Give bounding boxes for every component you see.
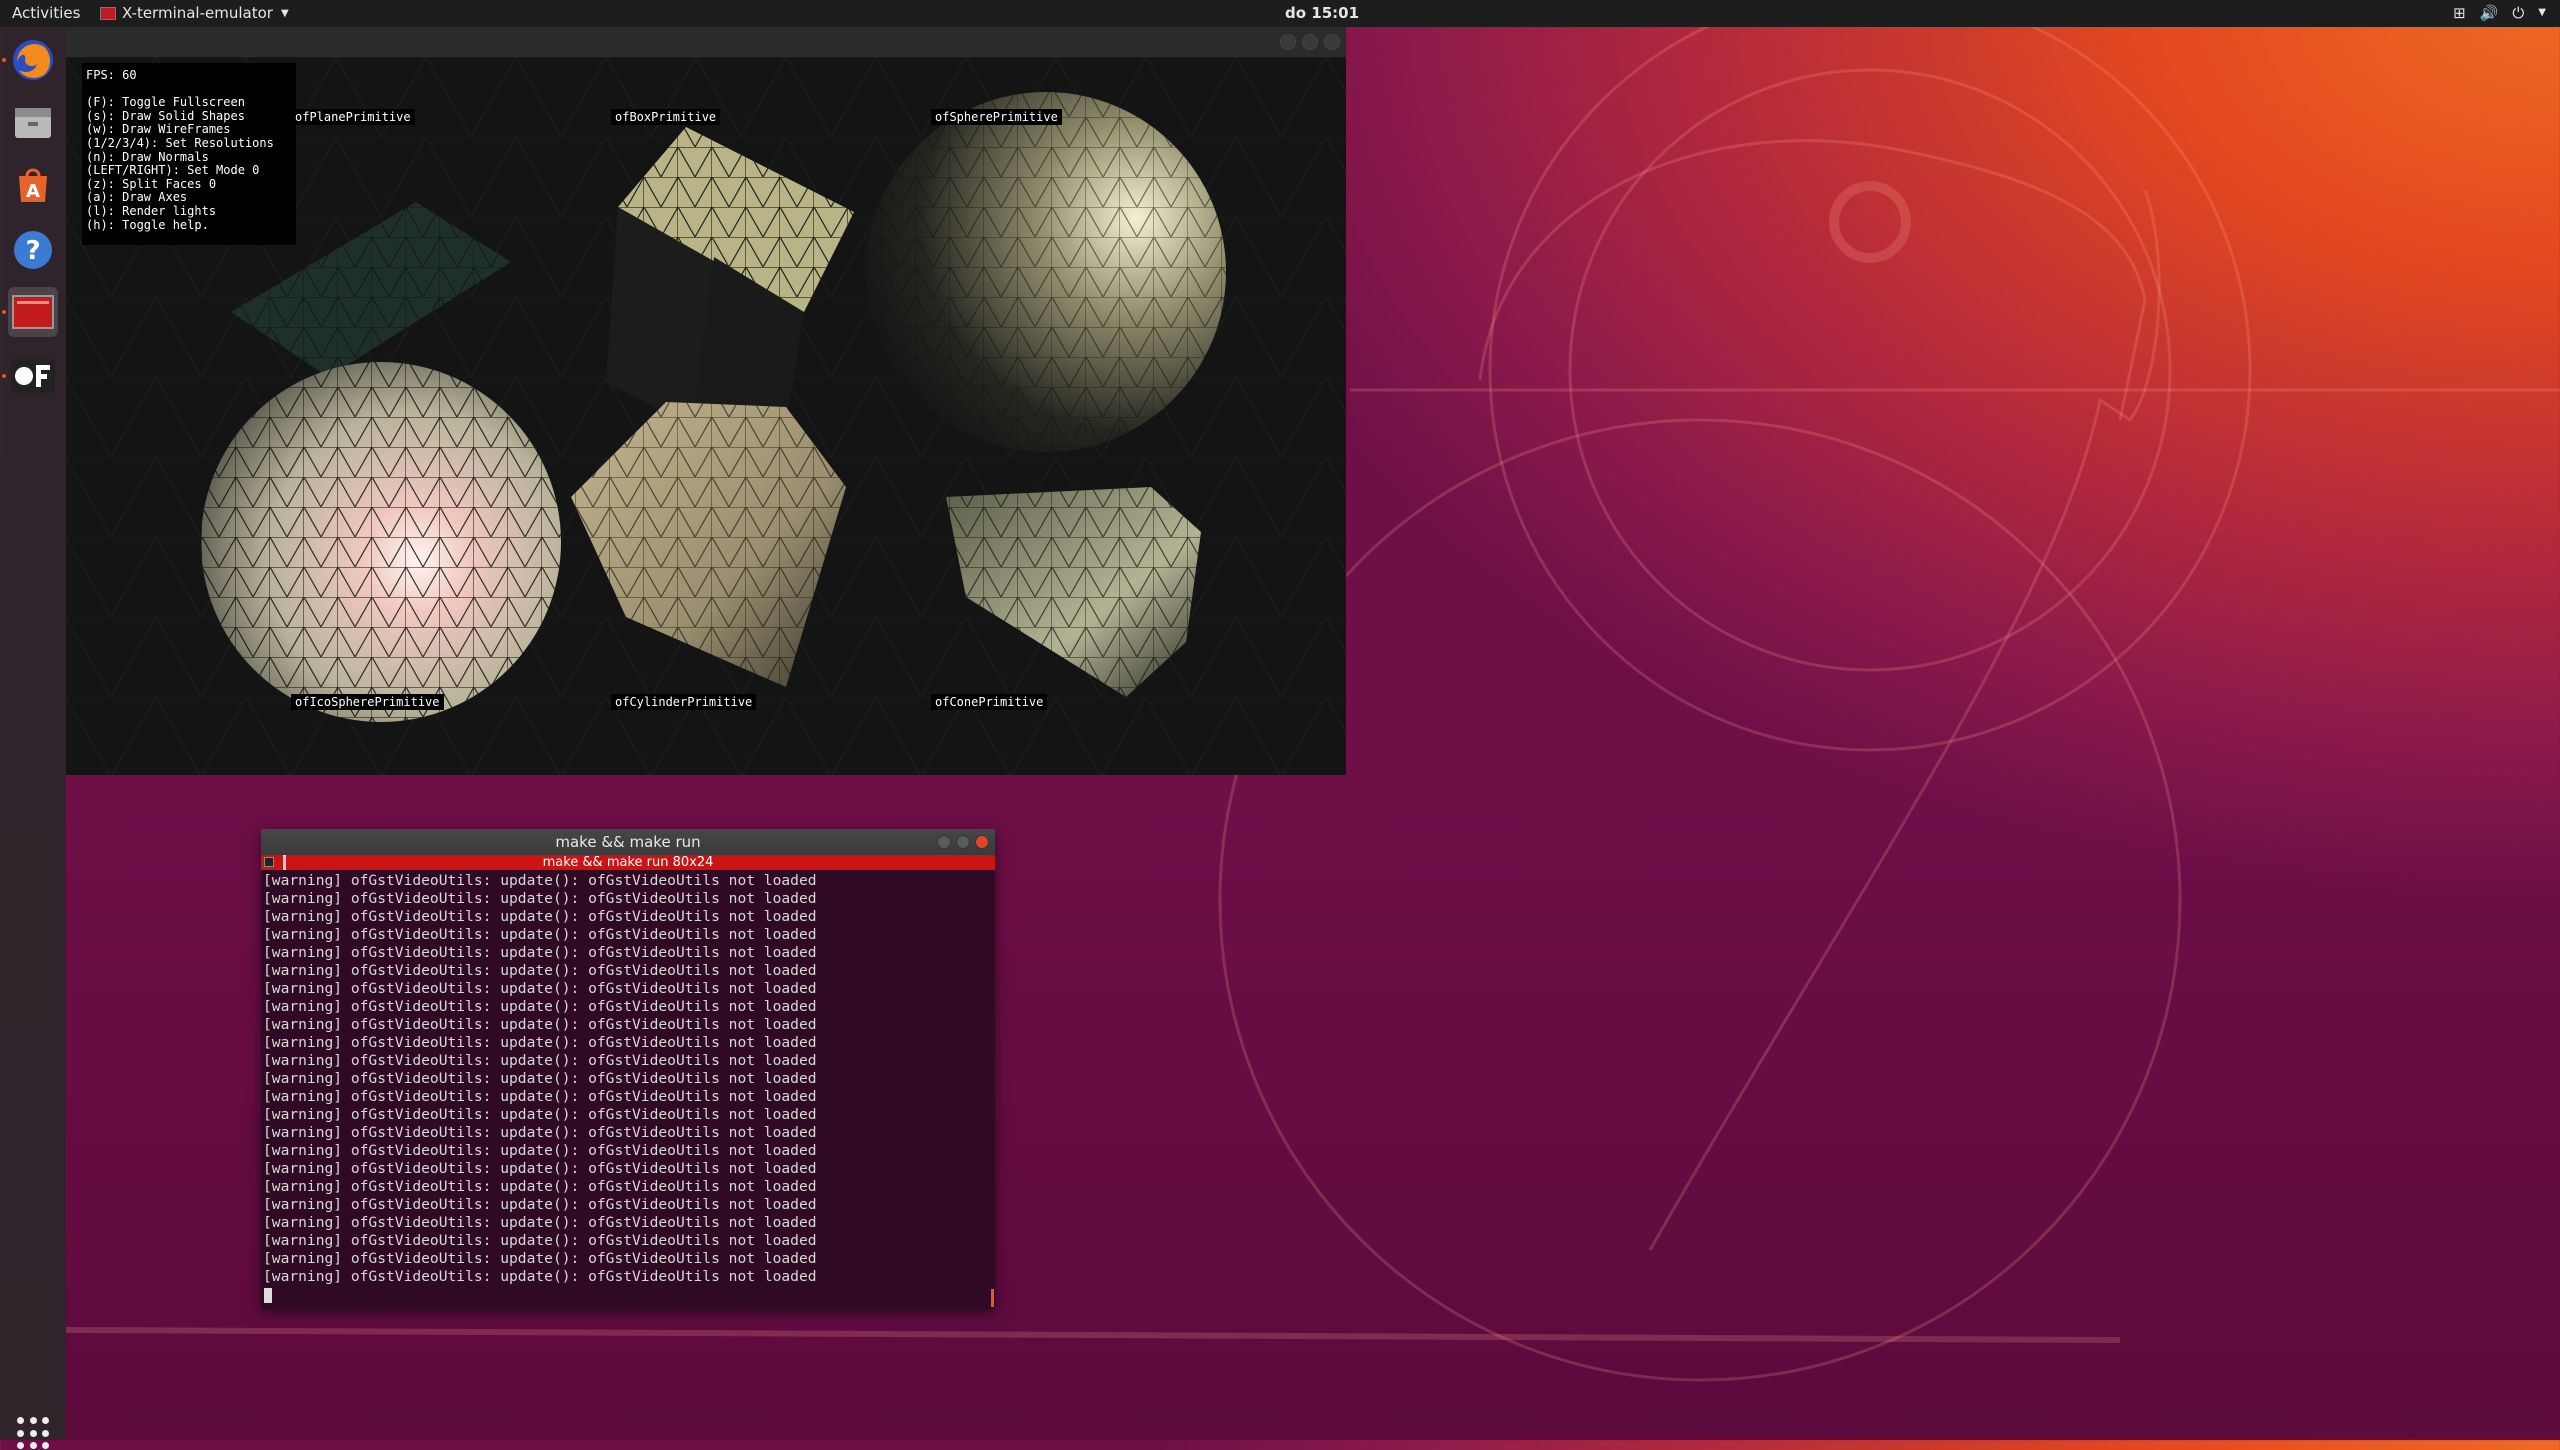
close-icon[interactable]	[1324, 34, 1340, 50]
network-icon[interactable]: ⊞	[2453, 4, 2466, 22]
power-icon[interactable]: ⏻	[2512, 4, 2524, 22]
label-cylinder: ofCylinderPrimitive	[611, 694, 757, 710]
label-plane: ofPlanePrimitive	[291, 109, 415, 125]
of-example-window[interactable]: FPS: 60 (F): Toggle Fullscreen (s): Draw S…	[66, 27, 1346, 775]
help-line: FPS: 60	[86, 68, 137, 82]
terminal-line: [warning] ofGstVideoUtils: update(): ofG…	[263, 980, 817, 997]
terminal-line: [warning] ofGstVideoUtils: update(): ofG…	[263, 1142, 817, 1159]
help-line: (l): Render lights	[86, 203, 217, 218]
minimize-icon[interactable]	[1280, 34, 1296, 50]
terminal-line: [warning] ofGstVideoUtils: update(): ofG…	[263, 1034, 817, 1051]
terminal-line: [warning] ofGstVideoUtils: update(): ofG…	[263, 1124, 817, 1141]
show-applications-button[interactable]	[17, 1417, 50, 1450]
dock-item-files[interactable]	[8, 97, 58, 147]
help-overlay: FPS: 60 (F): Toggle Fullscreen (s): Draw S…	[82, 63, 296, 245]
dock-item-firefox[interactable]	[8, 35, 58, 85]
terminal-output[interactable]: [warning] ofGstVideoUtils: update(): ofG…	[261, 870, 995, 1304]
openframeworks-icon	[11, 359, 55, 393]
terminal-line: [warning] ofGstVideoUtils: update(): ofG…	[263, 998, 817, 1015]
terminal-tab-title: make && make run 80x24	[542, 855, 714, 870]
running-indicator	[2, 374, 6, 378]
terminal-scrollbar[interactable]	[991, 1289, 994, 1307]
help-line	[86, 83, 292, 97]
terminal-line: [warning] ofGstVideoUtils: update(): ofG…	[263, 872, 817, 889]
terminal-line: [warning] ofGstVideoUtils: update(): ofG…	[263, 1088, 817, 1105]
terminal-tab-bar: make && make run 80x24	[261, 855, 995, 870]
terminal-line: [warning] ofGstVideoUtils: update(): ofG…	[263, 908, 817, 925]
label-cone: ofConePrimitive	[931, 694, 1048, 710]
maximize-icon[interactable]	[956, 835, 970, 849]
terminal-small-icon	[264, 857, 274, 867]
top-bar: Activities X-terminal-emulator ▼ do 15:0…	[0, 0, 2560, 27]
terminal-line: [warning] ofGstVideoUtils: update(): ofG…	[263, 1160, 817, 1177]
help-line: (LEFT/RIGHT): Set Mode 0	[86, 163, 260, 178]
dock-item-openframeworks[interactable]	[8, 351, 58, 401]
terminal-line: [warning] ofGstVideoUtils: update(): ofG…	[263, 1268, 817, 1285]
tab-cursor-marker	[283, 855, 286, 870]
3d-scene-canvas[interactable]: FPS: 60 (F): Toggle Fullscreen (s): Draw S…	[66, 57, 1346, 775]
help-line: (F): Toggle Fullscreen	[86, 95, 245, 110]
activities-button[interactable]: Activities	[12, 4, 80, 22]
system-tray[interactable]: ⊞ 🔊 ⏻ ▼	[2453, 4, 2546, 22]
minimize-icon[interactable]	[937, 835, 951, 849]
terminal-line: [warning] ofGstVideoUtils: update(): ofG…	[263, 926, 817, 943]
terminal-icon	[12, 295, 54, 329]
of-window-titlebar[interactable]	[66, 27, 1346, 57]
svg-text:?: ?	[25, 236, 40, 266]
terminal-line: [warning] ofGstVideoUtils: update(): ofG…	[263, 1178, 817, 1195]
dock: A ?	[0, 27, 66, 1450]
help-line: (w): Draw WireFrames	[86, 122, 231, 137]
label-sphere: ofSpherePrimitive	[931, 109, 1062, 125]
terminal-line: [warning] ofGstVideoUtils: update(): ofG…	[263, 1250, 817, 1267]
terminal-line: [warning] ofGstVideoUtils: update(): ofG…	[263, 944, 817, 961]
terminal-line: [warning] ofGstVideoUtils: update(): ofG…	[263, 1052, 817, 1069]
app-menu[interactable]: X-terminal-emulator ▼	[100, 4, 289, 22]
label-icosphere: ofIcoSpherePrimitive	[291, 694, 444, 710]
close-icon[interactable]	[975, 835, 989, 849]
terminal-line: [warning] ofGstVideoUtils: update(): ofG…	[263, 1232, 817, 1249]
label-box: ofBoxPrimitive	[611, 109, 721, 125]
terminal-titlebar[interactable]: make && make run	[261, 829, 995, 855]
dock-item-software[interactable]: A	[8, 161, 58, 211]
help-line: (a): Draw Axes	[86, 190, 188, 205]
help-line: (h): Toggle help.	[86, 217, 209, 232]
app-menu-label: X-terminal-emulator	[122, 4, 273, 22]
files-icon	[15, 108, 51, 138]
terminal-line: [warning] ofGstVideoUtils: update(): ofG…	[263, 1214, 817, 1231]
help-line: (1/2/3/4): Set Resolutions	[86, 135, 274, 150]
terminal-window[interactable]: make && make run make && make run 80x24 …	[261, 829, 995, 1309]
help-line: (n): Draw Normals	[86, 149, 209, 164]
help-icon: ?	[14, 231, 52, 269]
terminal-line: [warning] ofGstVideoUtils: update(): ofG…	[263, 962, 817, 979]
chevron-down-icon: ▼	[280, 7, 289, 19]
svg-text:A: A	[26, 181, 40, 202]
help-line: (s): Draw Solid Shapes	[86, 108, 245, 123]
firefox-icon	[13, 40, 53, 80]
help-line: (z): Split Faces 0	[86, 176, 217, 191]
chevron-down-icon[interactable]: ▼	[2538, 7, 2546, 22]
running-indicator	[2, 58, 6, 62]
terminal-title: make && make run	[555, 833, 701, 851]
maximize-icon[interactable]	[1302, 34, 1318, 50]
terminal-line: [warning] ofGstVideoUtils: update(): ofG…	[263, 1196, 817, 1213]
clock[interactable]: do 15:01	[1285, 4, 1359, 22]
terminal-line: [warning] ofGstVideoUtils: update(): ofG…	[263, 1106, 817, 1123]
running-indicator	[2, 310, 6, 314]
software-icon: A	[19, 168, 47, 202]
volume-icon[interactable]: 🔊	[2480, 4, 2499, 22]
dock-item-terminal[interactable]	[8, 287, 58, 337]
dock-item-help[interactable]: ?	[8, 225, 58, 275]
terminal-line: [warning] ofGstVideoUtils: update(): ofG…	[263, 1070, 817, 1087]
terminal-cursor	[264, 1287, 272, 1303]
terminal-line: [warning] ofGstVideoUtils: update(): ofG…	[263, 1016, 817, 1033]
terminal-line: [warning] ofGstVideoUtils: update(): ofG…	[263, 890, 817, 907]
terminal-app-icon	[100, 6, 116, 20]
